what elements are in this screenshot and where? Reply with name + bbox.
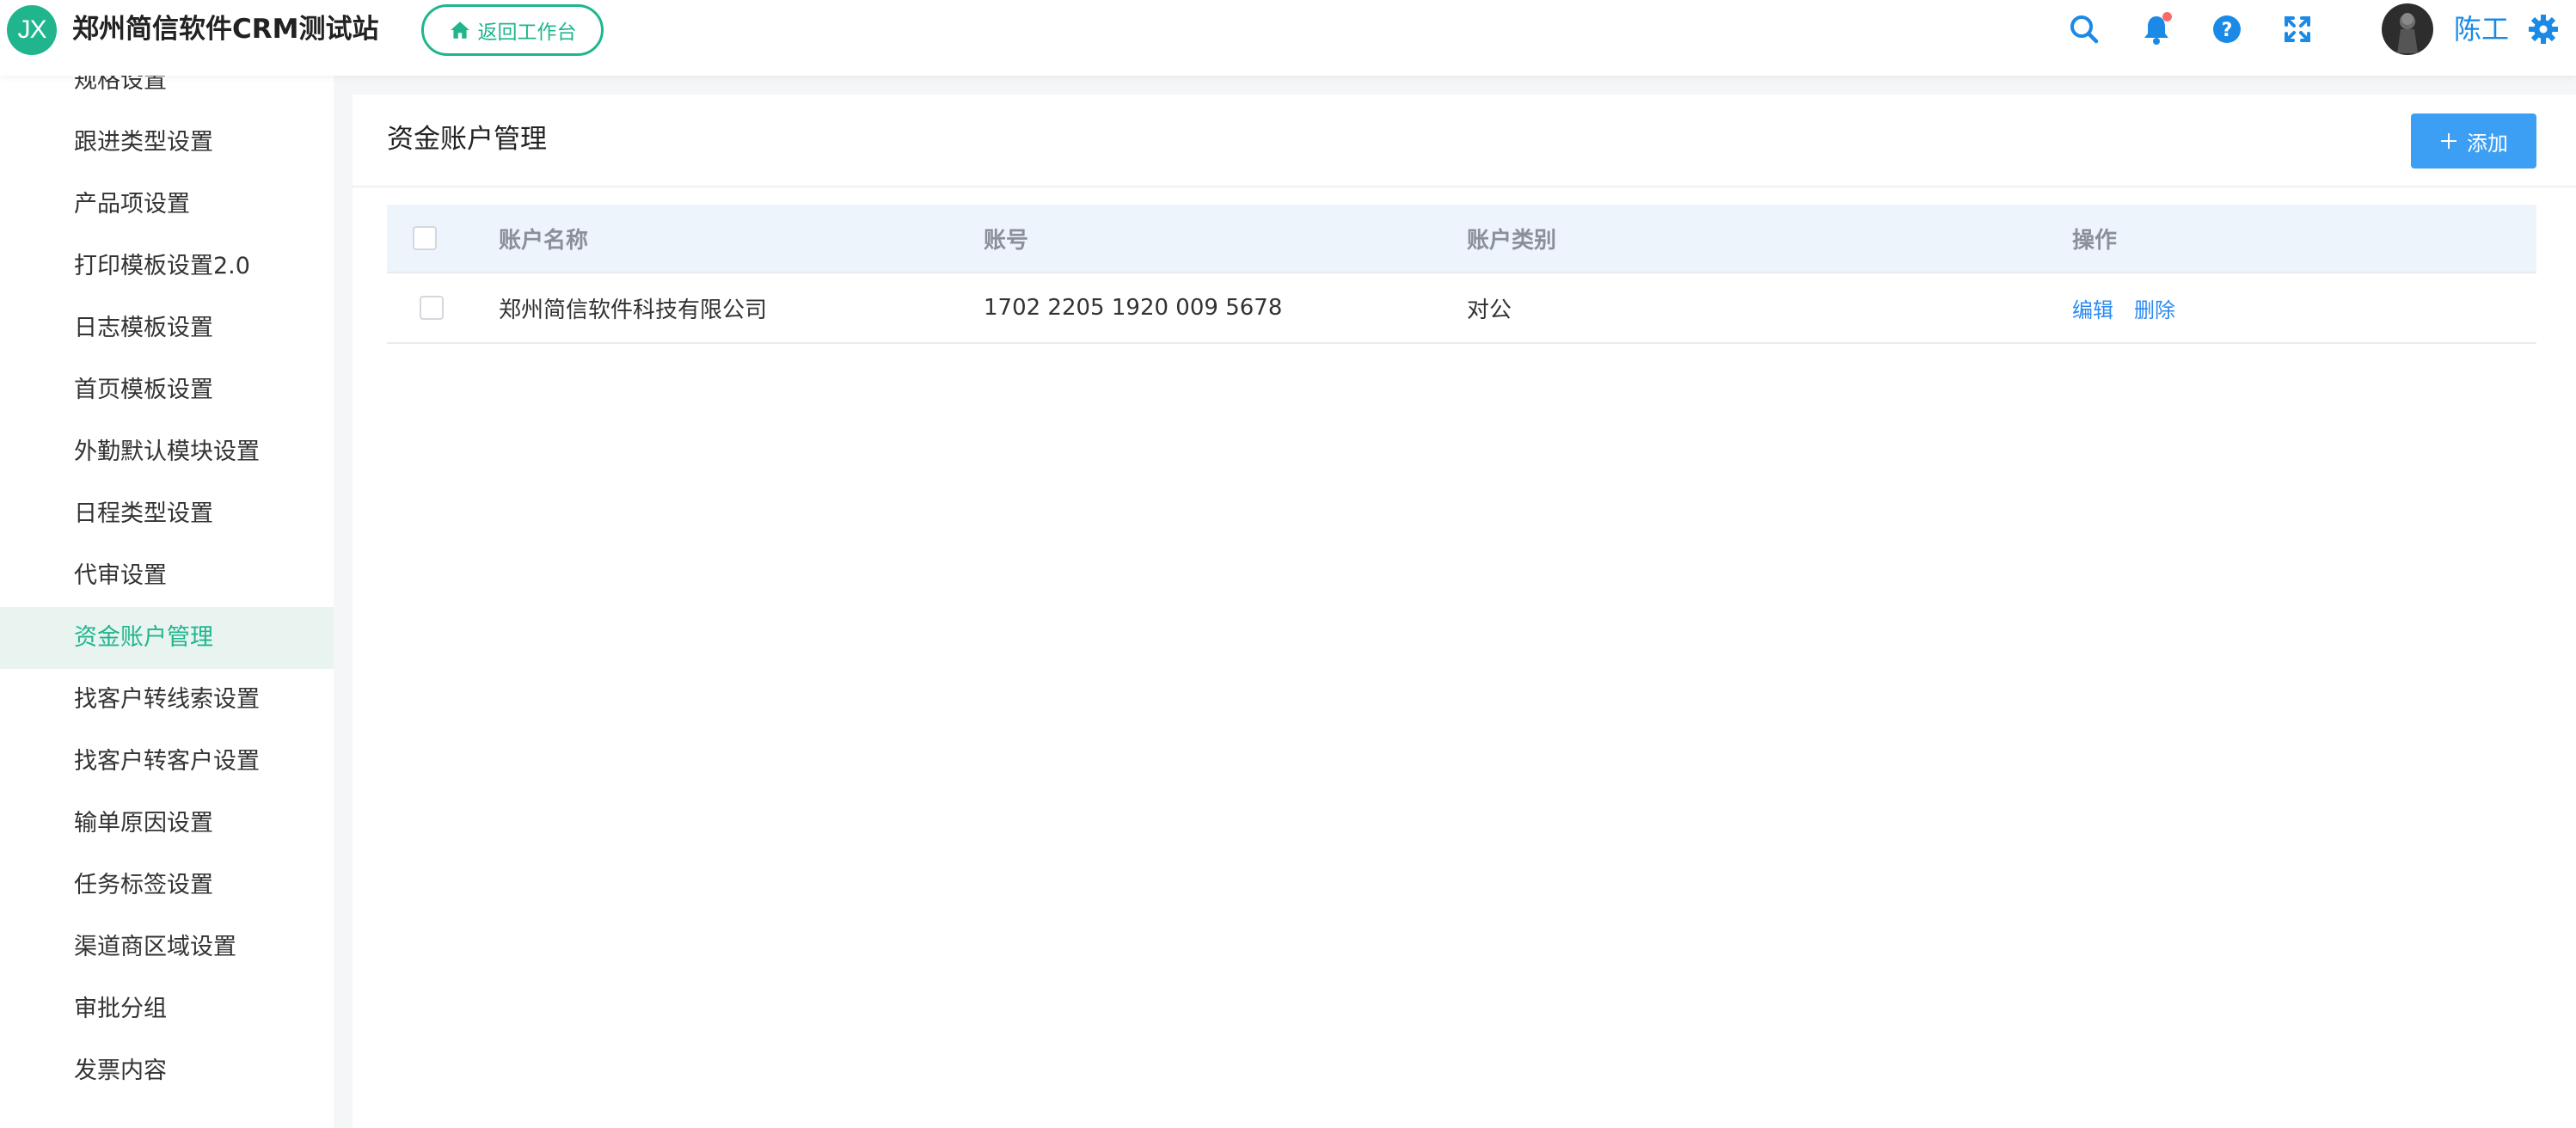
account-name-cell: 郑州简信软件科技有限公司 (499, 297, 768, 323)
divider (353, 186, 2576, 187)
sidebar-item-log-template[interactable]: 日志模板设置 (0, 297, 334, 359)
search-icon[interactable] (2067, 12, 2101, 46)
notification-dot (2162, 12, 2172, 21)
page-title: 资金账户管理 (387, 124, 547, 155)
sidebar-item-find-to-customer[interactable]: 找客户转客户设置 (0, 731, 334, 793)
plus-icon (2441, 133, 2456, 149)
sidebar-item-proxy-approval[interactable]: 代审设置 (0, 545, 334, 607)
column-header-account: 账号 (984, 227, 1029, 254)
sidebar-item-loss-reason[interactable]: 输单原因设置 (0, 793, 334, 855)
sidebar-item-task-tags[interactable]: 任务标签设置 (0, 855, 334, 916)
sidebar-item-fund-accounts[interactable]: 资金账户管理 (0, 607, 334, 669)
row-checkbox[interactable] (420, 296, 444, 320)
main-panel: 资金账户管理 添加 账户名称 账号 账户类别 操作 郑州简信软件科技有限公司 1… (353, 95, 2576, 1128)
app-title: 郑州简信软件CRM测试站 (72, 14, 379, 45)
logo: JX (7, 5, 57, 55)
gear-icon[interactable] (2526, 12, 2561, 46)
top-header: JX 郑州简信软件CRM测试站 返回工作台 ? 陈工 (0, 0, 2576, 76)
avatar[interactable] (2382, 3, 2433, 55)
sidebar-item-spec[interactable]: 规格设置 (0, 76, 334, 112)
sidebar-item-find-to-lead[interactable]: 找客户转线索设置 (0, 669, 334, 731)
select-all-checkbox[interactable] (413, 226, 437, 250)
sidebar-item-approval-group[interactable]: 审批分组 (0, 978, 334, 1040)
sidebar-item-invoice-content[interactable]: 发票内容 (0, 1040, 334, 1102)
svg-text:?: ? (2222, 20, 2233, 41)
sidebar-item-home-template[interactable]: 首页模板设置 (0, 359, 334, 421)
sidebar-item-followup-type[interactable]: 跟进类型设置 (0, 112, 334, 174)
home-icon (450, 21, 469, 39)
sidebar-item-print-template[interactable]: 打印模板设置2.0 (0, 236, 334, 297)
table-header: 账户名称 账号 账户类别 操作 (387, 205, 2536, 273)
back-button-label: 返回工作台 (477, 21, 577, 44)
help-icon[interactable]: ? (2210, 12, 2244, 46)
username[interactable]: 陈工 (2454, 12, 2509, 46)
sidebar-item-channel-region[interactable]: 渠道商区域设置 (0, 916, 334, 978)
column-header-name: 账户名称 (499, 227, 589, 254)
fullscreen-icon[interactable] (2280, 12, 2315, 46)
column-header-type: 账户类别 (1467, 227, 1557, 254)
accounts-table: 账户名称 账号 账户类别 操作 郑州简信软件科技有限公司 1702 2205 1… (387, 205, 2536, 344)
settings-sidebar: 规格设置 跟进类型设置 产品项设置 打印模板设置2.0 日志模板设置 首页模板设… (0, 76, 334, 1128)
edit-link[interactable]: 编辑 (2072, 293, 2113, 323)
add-button-label: 添加 (2467, 131, 2508, 156)
sidebar-item-schedule-type[interactable]: 日程类型设置 (0, 483, 334, 545)
sidebar-item-product[interactable]: 产品项设置 (0, 174, 334, 236)
table-row: 郑州简信软件科技有限公司 1702 2205 1920 009 5678 对公 … (387, 273, 2536, 344)
bell-icon[interactable] (2139, 12, 2174, 46)
back-to-workbench-button[interactable]: 返回工作台 (421, 4, 604, 56)
sidebar-item-field-default[interactable]: 外勤默认模块设置 (0, 421, 334, 483)
account-number-cell: 1702 2205 1920 009 5678 (984, 295, 1283, 321)
column-header-actions: 操作 (2072, 227, 2118, 254)
delete-link[interactable]: 删除 (2134, 293, 2175, 323)
add-button[interactable]: 添加 (2411, 113, 2536, 169)
account-type-cell: 对公 (1467, 297, 1512, 323)
